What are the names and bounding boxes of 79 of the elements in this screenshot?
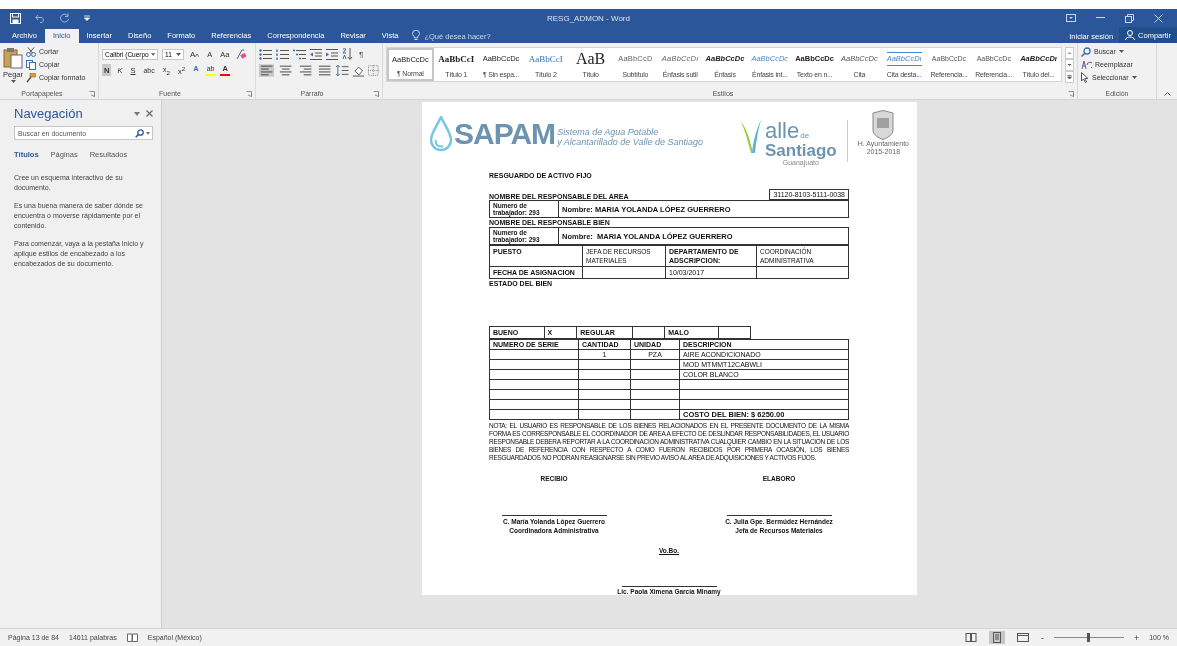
caret-icon — [10, 80, 16, 83]
dialog-launcher-icon[interactable] — [1068, 90, 1074, 97]
show-formatting-button[interactable]: ¶ — [357, 48, 366, 60]
zoom-out-button[interactable]: - — [1040, 632, 1044, 643]
shield-emblem-icon — [872, 110, 895, 140]
table-cell — [630, 369, 680, 380]
redo-icon[interactable] — [60, 13, 70, 23]
text-align-icon[interactable] — [278, 64, 294, 77]
dialog-launcher-icon[interactable] — [246, 90, 252, 97]
decrease-indent-icon[interactable] — [310, 48, 322, 60]
proofing-book-icon[interactable] — [126, 633, 138, 642]
slider-thumb[interactable] — [1087, 633, 1091, 642]
scissors-icon — [26, 46, 36, 57]
table-cell — [630, 359, 680, 370]
caret-icon — [1131, 76, 1137, 79]
search-icon[interactable] — [135, 128, 144, 138]
minimize-icon[interactable] — [1096, 17, 1105, 19]
table-cell — [578, 399, 631, 410]
table-cell — [578, 359, 631, 370]
bullet-list-icon[interactable] — [259, 48, 272, 60]
leaf-logo-drawing — [740, 120, 761, 154]
undo-icon[interactable] — [35, 13, 46, 23]
customize-caret-icon[interactable] — [84, 15, 90, 21]
clipboard-icon — [3, 47, 23, 69]
pane-title: Navegación — [14, 106, 84, 121]
logo-text: de — [800, 132, 810, 142]
save-icon[interactable] — [10, 12, 21, 24]
scroll-down-icon[interactable] — [1065, 59, 1074, 71]
caret-icon[interactable] — [146, 131, 150, 135]
sort-icon[interactable] — [342, 48, 353, 60]
line-spacing-icon[interactable] — [336, 65, 349, 76]
dialog-launcher-icon[interactable] — [373, 90, 379, 97]
text-align-icon[interactable] — [297, 64, 314, 77]
text-align-icon[interactable] — [317, 64, 333, 77]
table-cell — [578, 409, 631, 420]
shading-icon[interactable] — [352, 64, 365, 77]
close-icon[interactable] — [146, 110, 153, 117]
cursor-arrow-icon — [1081, 72, 1089, 83]
more-styles-icon[interactable] — [1065, 71, 1074, 83]
collapse-ribbon-icon[interactable] — [1164, 92, 1171, 96]
logo-tagline: y Alcantarillado de Valle de Santiago — [557, 137, 704, 147]
logo-wordmark: alle — [764, 120, 800, 142]
web-layout-icon[interactable] — [1014, 631, 1031, 644]
window-title: RESG_ADMON - Word — [547, 13, 630, 23]
print-layout-icon[interactable] — [988, 631, 1005, 644]
logo-wordmark: Santiago — [764, 142, 837, 159]
table-cell — [630, 409, 680, 420]
pane-options-caret-icon[interactable] — [134, 111, 140, 116]
lightbulb-icon — [412, 30, 421, 41]
table-cell — [630, 389, 680, 400]
clear-formatting-icon[interactable] — [235, 48, 247, 60]
restore-icon[interactable] — [1125, 13, 1134, 23]
read-mode-icon[interactable] — [962, 631, 979, 644]
replace-icon — [1081, 59, 1092, 70]
table-cell — [632, 326, 665, 339]
water-drop-icon — [430, 116, 452, 152]
paintbrush-icon — [26, 72, 36, 83]
text-align-icon[interactable] — [259, 64, 275, 77]
search-icon — [1081, 46, 1091, 57]
caret-icon — [150, 52, 155, 56]
increase-indent-icon[interactable] — [326, 48, 338, 60]
grow-font-button[interactable]: A — [188, 48, 202, 60]
caret-icon — [1118, 50, 1124, 53]
multilevel-list-icon[interactable] — [293, 48, 306, 60]
table-cell — [630, 379, 680, 390]
table-cell — [630, 399, 680, 410]
caret-icon — [176, 52, 181, 56]
table-cell — [578, 369, 631, 380]
zoom-in-button[interactable]: + — [1133, 632, 1140, 643]
logo-tagline: Sistema de Agua Potable — [557, 127, 660, 137]
table-cell — [718, 326, 751, 339]
copy-icon — [26, 59, 36, 70]
logo-wordmark: SAPAM — [454, 117, 556, 151]
dialog-launcher-icon[interactable] — [89, 90, 95, 97]
table-cell — [578, 379, 631, 390]
table-cell — [578, 389, 631, 400]
numbered-list-icon[interactable] — [276, 48, 289, 60]
ribbon-display-icon[interactable] — [1066, 14, 1076, 22]
person-icon — [1125, 30, 1136, 40]
